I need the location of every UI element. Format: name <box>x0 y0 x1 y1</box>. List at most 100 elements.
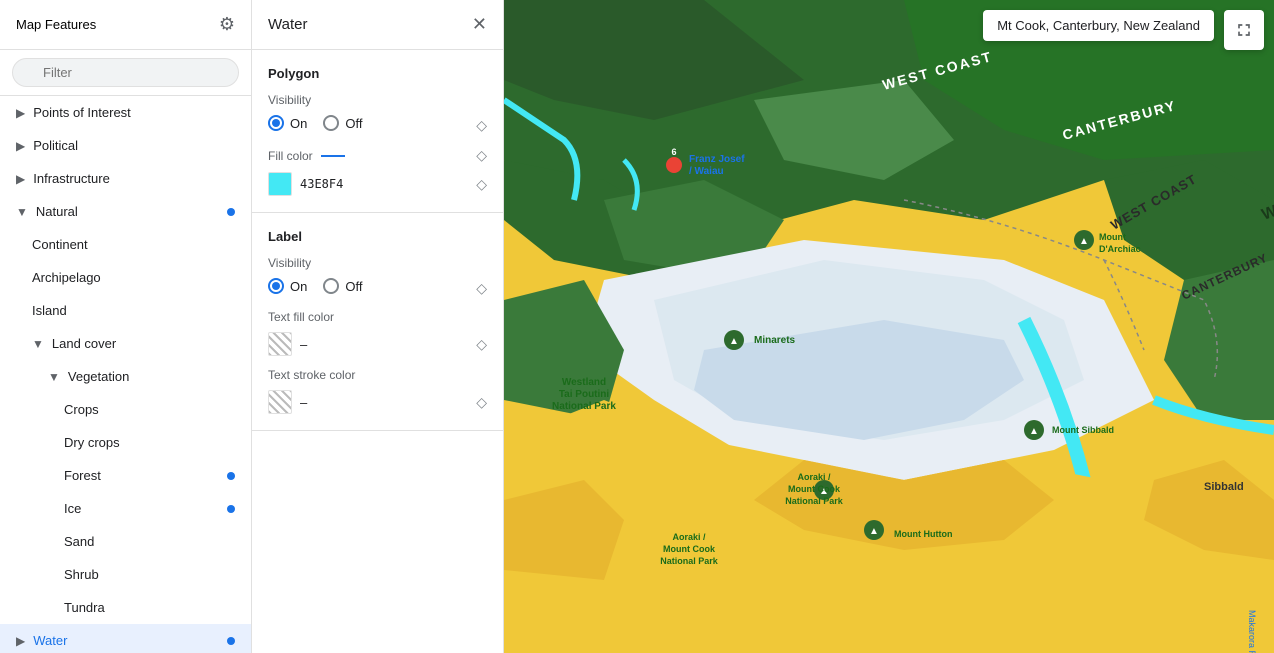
sidebar-item-label: Tundra <box>64 600 235 615</box>
chevron-down-icon: ▼ <box>48 370 60 384</box>
sidebar: Map Features ⚙ ▶ Points of Interest ▶ Po… <box>0 0 252 653</box>
sidebar-title: Map Features <box>16 17 96 32</box>
detail-header: Water ✕ <box>252 0 503 50</box>
sidebar-item-continent[interactable]: Continent <box>0 228 251 261</box>
sidebar-item-shrub[interactable]: Shrub <box>0 558 251 591</box>
svg-text:▲: ▲ <box>729 336 739 347</box>
label-section: Label Visibility On Off ◇ Text fill colo… <box>252 213 503 431</box>
svg-text:Mount: Mount <box>1099 232 1126 242</box>
sidebar-item-label: Points of Interest <box>33 105 235 120</box>
text-stroke-swatch[interactable] <box>268 390 292 414</box>
status-dot <box>227 472 235 480</box>
chevron-down-icon: ▼ <box>32 337 44 351</box>
svg-text:▲: ▲ <box>869 526 879 537</box>
text-fill-value: – <box>300 337 307 352</box>
sidebar-item-archipelago[interactable]: Archipelago <box>0 261 251 294</box>
sidebar-item-tundra[interactable]: Tundra <box>0 591 251 624</box>
text-stroke-color-label: Text stroke color <box>268 368 487 382</box>
sidebar-item-label: Infrastructure <box>33 171 235 186</box>
fill-color-swatch-diamond-icon[interactable]: ◇ <box>476 176 487 193</box>
map-search-box[interactable]: Mt Cook, Canterbury, New Zealand <box>983 10 1214 41</box>
fill-color-hex: 43E8F4 <box>300 177 343 191</box>
sidebar-item-forest[interactable]: Forest <box>0 459 251 492</box>
label-radio-off-circle <box>323 278 339 294</box>
sidebar-item-label: Crops <box>64 402 235 417</box>
fill-color-diamond-icon[interactable]: ◇ <box>476 147 487 164</box>
text-fill-swatch[interactable] <box>268 332 292 356</box>
sidebar-item-ice[interactable]: Ice <box>0 492 251 525</box>
status-dot <box>227 505 235 513</box>
sidebar-item-crops[interactable]: Crops <box>0 393 251 426</box>
sidebar-item-label: Archipelago <box>32 270 235 285</box>
polygon-section-title: Polygon <box>268 66 487 81</box>
svg-text:Mount Cook: Mount Cook <box>788 484 841 494</box>
sidebar-item-land-cover[interactable]: ▼ Land cover <box>0 327 251 360</box>
svg-text:Mount Sibbald: Mount Sibbald <box>1052 425 1114 435</box>
fullscreen-icon <box>1234 20 1254 40</box>
sidebar-item-sand[interactable]: Sand <box>0 525 251 558</box>
sidebar-item-water[interactable]: ▶ Water <box>0 624 251 653</box>
filter-input[interactable] <box>12 58 239 87</box>
fullscreen-button[interactable] <box>1224 10 1264 50</box>
detail-panel: Water ✕ Polygon Visibility On Off ◇ Fill… <box>252 0 504 653</box>
visibility-label: Visibility <box>268 93 487 107</box>
detail-panel-title: Water <box>268 16 307 33</box>
label-visibility-diamond-icon[interactable]: ◇ <box>476 280 487 297</box>
svg-text:/ Waiau: / Waiau <box>689 166 724 177</box>
svg-text:National Park: National Park <box>660 556 719 566</box>
sidebar-item-infrastructure[interactable]: ▶ Infrastructure <box>0 162 251 195</box>
chevron-right-icon: ▶ <box>16 106 25 120</box>
sidebar-item-political[interactable]: ▶ Political <box>0 129 251 162</box>
svg-text:D'Archiac: D'Archiac <box>1099 244 1141 254</box>
label-visibility-on-option[interactable]: On <box>268 278 307 294</box>
sidebar-item-label: Political <box>33 138 235 153</box>
sidebar-item-label: Sand <box>64 534 235 549</box>
sidebar-item-vegetation[interactable]: ▼ Vegetation <box>0 360 251 393</box>
chevron-right-icon: ▶ <box>16 634 25 648</box>
svg-text:Makarora River: Makarora River <box>1247 610 1257 653</box>
sidebar-item-label: Shrub <box>64 567 235 582</box>
visibility-diamond-icon[interactable]: ◇ <box>476 117 487 134</box>
text-fill-diamond-icon[interactable]: ◇ <box>476 336 487 353</box>
settings-icon[interactable]: ⚙ <box>219 14 235 35</box>
sidebar-item-label: Vegetation <box>68 369 235 384</box>
visibility-on-option[interactable]: On <box>268 115 307 131</box>
status-dot <box>227 208 235 216</box>
sidebar-item-dry-crops[interactable]: Dry crops <box>0 426 251 459</box>
fill-color-swatch[interactable] <box>268 172 292 196</box>
sidebar-item-island[interactable]: Island <box>0 294 251 327</box>
label-visibility-label: Visibility <box>268 256 487 270</box>
svg-text:▲: ▲ <box>1029 426 1039 437</box>
map-search-text: Mt Cook, Canterbury, New Zealand <box>997 18 1200 33</box>
text-stroke-value: – <box>300 395 307 410</box>
svg-text:Tai Poutini: Tai Poutini <box>559 389 610 400</box>
sidebar-item-natural[interactable]: ▼ Natural <box>0 195 251 228</box>
nav-list: ▶ Points of Interest ▶ Political ▶ Infra… <box>0 96 251 653</box>
visibility-off-option[interactable]: Off <box>323 115 362 131</box>
label-radio-on-circle <box>268 278 284 294</box>
chevron-down-icon: ▼ <box>16 205 28 219</box>
visibility-radio-row: On Off <box>268 115 362 131</box>
sidebar-item-label: Natural <box>36 204 235 219</box>
sidebar-item-label: Water <box>33 633 235 648</box>
label-visibility-off-option[interactable]: Off <box>323 278 362 294</box>
sidebar-item-label: Ice <box>64 501 235 516</box>
close-icon[interactable]: ✕ <box>472 14 487 35</box>
map-area[interactable]: WEST COAST CANTERBURY WEST COAST CANTERB… <box>504 0 1274 653</box>
svg-text:Sibbald: Sibbald <box>1204 481 1244 493</box>
sidebar-item-label: Dry crops <box>64 435 235 450</box>
label-visibility-on-label: On <box>290 279 307 294</box>
radio-on-circle <box>268 115 284 131</box>
svg-text:National Park: National Park <box>785 496 844 506</box>
svg-text:6: 6 <box>671 147 676 157</box>
label-section-title: Label <box>268 229 487 244</box>
fill-color-label: Fill color <box>268 149 313 163</box>
visibility-off-label: Off <box>345 116 362 131</box>
svg-text:▲: ▲ <box>1079 236 1089 247</box>
text-stroke-diamond-icon[interactable]: ◇ <box>476 394 487 411</box>
label-visibility-radio-row: On Off <box>268 278 362 294</box>
chevron-right-icon: ▶ <box>16 139 25 153</box>
sidebar-item-points-of-interest[interactable]: ▶ Points of Interest <box>0 96 251 129</box>
sidebar-item-label: Forest <box>64 468 235 483</box>
svg-text:Westland: Westland <box>562 377 606 388</box>
